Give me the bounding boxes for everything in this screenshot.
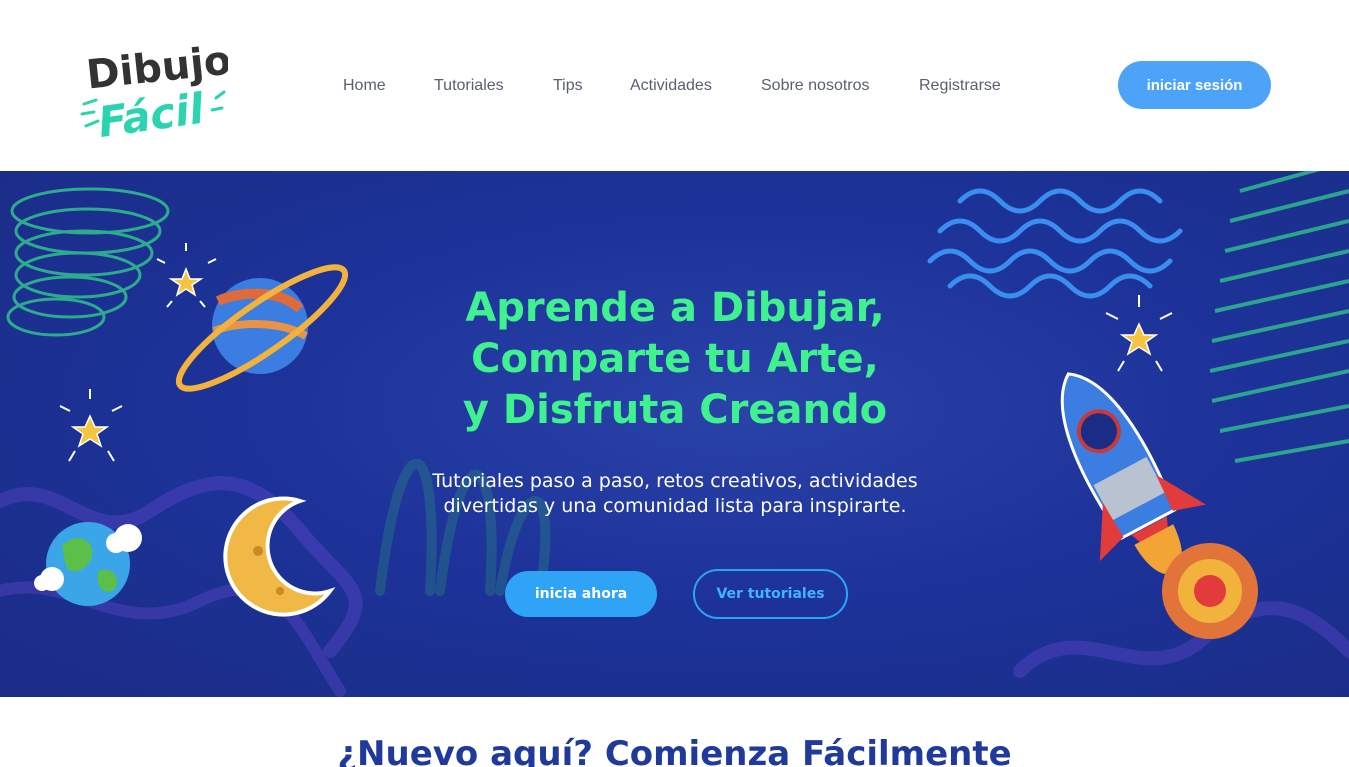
site-header: Dibujo Fácil Home Tutoriales Tips Activi… [0, 0, 1349, 171]
nav-tips[interactable]: Tips [553, 72, 583, 100]
view-tutorials-button[interactable]: Ver tutoriales [693, 569, 848, 619]
hero-banner: Aprende a Dibujar, Comparte tu Arte, y D… [0, 171, 1349, 697]
nav-sobre-nosotros[interactable]: Sobre nosotros [761, 72, 870, 100]
hero-title: Aprende a Dibujar, Comparte tu Arte, y D… [350, 283, 1000, 436]
wave-lines [927, 188, 1183, 299]
hero-title-line: Aprende a Dibujar, [465, 285, 885, 331]
hero-title-line: Comparte tu Arte, [471, 336, 879, 382]
nav-home[interactable]: Home [343, 72, 386, 100]
login-button[interactable]: iniciar sesión [1118, 61, 1271, 109]
nav-tutoriales[interactable]: Tutoriales [434, 72, 504, 100]
hero-title-line: y Disfruta Creando [462, 387, 888, 433]
rocket-flame [1162, 543, 1258, 639]
green-scribble-left [6, 187, 170, 337]
hero-subtitle-line: Tutoriales paso a paso, retos creativos,… [432, 470, 918, 492]
planet-icon [175, 264, 349, 392]
hero-subtitle-line: divertidas y una comunidad lista para in… [443, 495, 907, 517]
section-title: ¿Nuevo aquí? Comienza Fácilmente [337, 734, 1012, 767]
hero-subtitle: Tutoriales paso a paso, retos creativos,… [390, 469, 960, 519]
nav-actividades[interactable]: Actividades [630, 72, 712, 100]
green-scribble-right [1209, 171, 1349, 463]
nav-registrarse[interactable]: Registrarse [919, 72, 1001, 100]
start-now-button[interactable]: inicia ahora [505, 571, 657, 617]
